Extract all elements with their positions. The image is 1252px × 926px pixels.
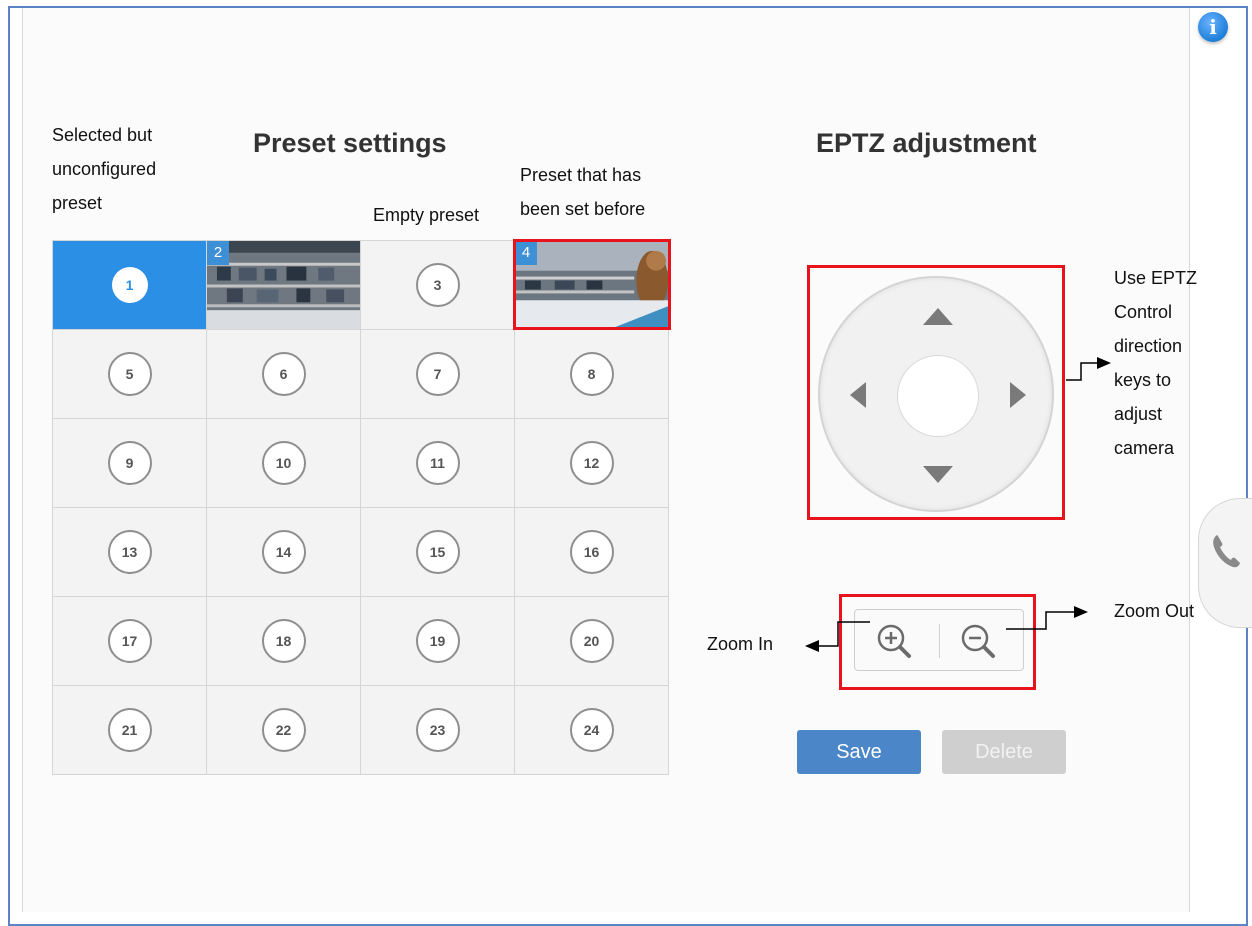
preset-thumbnail-image xyxy=(207,241,360,329)
preset-number: 17 xyxy=(107,619,152,663)
preset-cell-23[interactable]: 23 xyxy=(361,686,515,775)
annotation-line: direction xyxy=(1114,336,1183,356)
preset-cell-1[interactable]: 1 xyxy=(53,241,207,330)
annotation-line: Control xyxy=(1114,302,1173,322)
preset-cell-5[interactable]: 5 xyxy=(53,330,207,419)
annotation-line: preset xyxy=(52,193,103,213)
preset-cell-19[interactable]: 19 xyxy=(361,597,515,686)
preset-cell-6[interactable]: 6 xyxy=(207,330,361,419)
preset-cell-11[interactable]: 11 xyxy=(361,419,515,508)
preset-number: 11 xyxy=(415,441,460,485)
preset-cell-10[interactable]: 10 xyxy=(207,419,361,508)
preset-number: 23 xyxy=(415,708,460,752)
preset-cell-14[interactable]: 14 xyxy=(207,508,361,597)
delete-button: Delete xyxy=(942,730,1066,774)
preset-cell-12[interactable]: 12 xyxy=(515,419,669,508)
preset-number: 10 xyxy=(261,441,306,485)
highlight-direction-pad xyxy=(807,265,1065,520)
phone-icon xyxy=(1213,535,1240,568)
annotation-line: unconfigured xyxy=(52,159,157,179)
preset-number: 14 xyxy=(261,530,306,574)
preset-number: 8 xyxy=(569,352,614,396)
info-icon[interactable]: i xyxy=(1198,12,1228,42)
annotation-zoom-out: Zoom Out xyxy=(1114,601,1195,621)
annotation-line: keys to xyxy=(1114,370,1172,390)
call-tab[interactable] xyxy=(1198,498,1252,628)
preset-cell-3[interactable]: 3 xyxy=(361,241,515,330)
preset-number: 19 xyxy=(415,619,460,663)
annotation-zoom-in: Zoom In xyxy=(707,634,774,654)
preset-number: 22 xyxy=(261,708,306,752)
preset-cell-13[interactable]: 13 xyxy=(53,508,207,597)
preset-cell-9[interactable]: 9 xyxy=(53,419,207,508)
preset-number: 24 xyxy=(569,708,614,752)
preset-settings-title: Preset settings xyxy=(253,128,447,158)
preset-number: 5 xyxy=(107,352,152,396)
preset-cell-16[interactable]: 16 xyxy=(515,508,669,597)
preset-cell-20[interactable]: 20 xyxy=(515,597,669,686)
preset-cell-7[interactable]: 7 xyxy=(361,330,515,419)
eptz-adjustment-title: EPTZ adjustment xyxy=(816,128,1037,158)
annotation-line: been set before xyxy=(520,199,646,219)
preset-number: 13 xyxy=(107,530,152,574)
annotation-line: camera xyxy=(1114,438,1175,458)
preset-cell-8[interactable]: 8 xyxy=(515,330,669,419)
preset-number: 18 xyxy=(261,619,306,663)
preset-number: 1 xyxy=(111,267,148,303)
preset-cell-22[interactable]: 22 xyxy=(207,686,361,775)
annotation-preset-set-before: Preset that has been set before xyxy=(520,158,682,226)
annotation-line: Preset that has xyxy=(520,165,642,185)
save-button[interactable]: Save xyxy=(797,730,921,774)
highlight-preset-set-before xyxy=(513,239,671,330)
preset-cell-15[interactable]: 15 xyxy=(361,508,515,597)
preset-number-tag: 2 xyxy=(207,241,229,265)
preset-number: 20 xyxy=(569,619,614,663)
preset-number: 16 xyxy=(569,530,614,574)
preset-number: 15 xyxy=(415,530,460,574)
annotation-line: adjust xyxy=(1114,404,1163,424)
annotation-line: Selected but xyxy=(52,125,153,145)
annotation-empty-preset: Empty preset xyxy=(373,205,480,225)
preset-number: 9 xyxy=(107,441,152,485)
preset-number: 3 xyxy=(415,263,460,307)
annotation-line: Use EPTZ xyxy=(1114,268,1198,288)
preset-number: 6 xyxy=(261,352,306,396)
preset-number: 21 xyxy=(107,708,152,752)
preset-number: 12 xyxy=(569,441,614,485)
annotation-eptz-control: Use EPTZ Control direction keys to adjus… xyxy=(1114,261,1218,465)
highlight-zoom-control xyxy=(839,594,1036,690)
preset-cell-24[interactable]: 24 xyxy=(515,686,669,775)
preset-cell-17[interactable]: 17 xyxy=(53,597,207,686)
preset-number: 7 xyxy=(415,352,460,396)
preset-cell-21[interactable]: 21 xyxy=(53,686,207,775)
annotation-selected-unconfigured: Selected but unconfigured preset xyxy=(52,118,192,220)
preset-cell-18[interactable]: 18 xyxy=(207,597,361,686)
preset-cell-2[interactable]: 2 xyxy=(207,241,361,330)
